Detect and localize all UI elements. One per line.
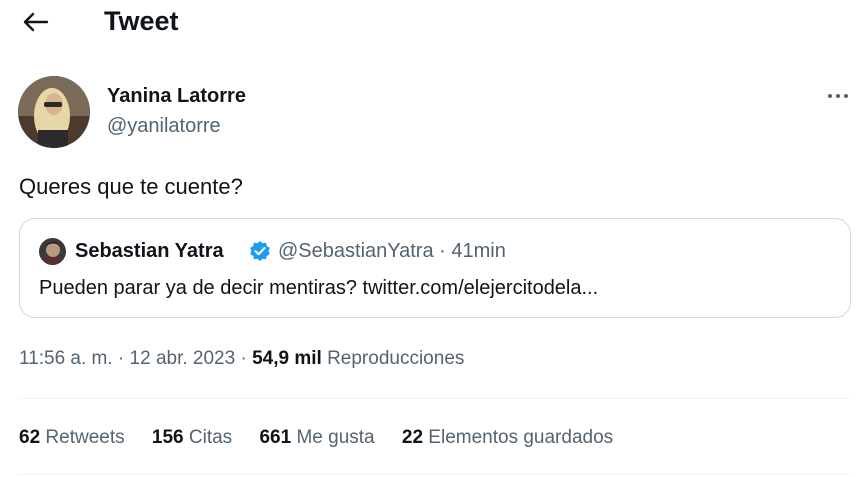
- verified-badge-icon: [249, 240, 271, 262]
- views-count: 54,9 mil: [252, 348, 322, 369]
- author-name[interactable]: Yanina Latorre: [107, 83, 246, 109]
- arrow-left-icon: [23, 12, 49, 32]
- quotes-count: 156: [151, 427, 184, 448]
- retweets-stat[interactable]: 62 Retweets: [19, 425, 125, 451]
- likes-stat[interactable]: 661 Me gusta: [259, 425, 374, 451]
- tweet-datetime[interactable]: 11:56 a. m. · 12 abr. 2023 ·: [19, 348, 252, 369]
- tweet-meta: 11:56 a. m. · 12 abr. 2023 · 54,9 mil Re…: [19, 346, 464, 372]
- quotes-stat[interactable]: 156 Citas: [152, 425, 232, 451]
- likes-label: Me gusta: [291, 427, 375, 448]
- author-handle[interactable]: @yanilatorre: [107, 113, 221, 139]
- bookmarks-stat[interactable]: 22 Elementos guardados: [402, 425, 613, 451]
- divider: [19, 398, 851, 399]
- quoted-tweet[interactable]: Sebastian Yatra @SebastianYatra · 41min …: [19, 218, 851, 318]
- bookmarks-label: Elementos guardados: [423, 427, 614, 448]
- retweets-count: 62: [19, 427, 41, 448]
- likes-count: 661: [259, 427, 292, 448]
- quoted-author-name: Sebastian Yatra: [75, 240, 224, 262]
- engagement-stats: 62 Retweets 156 Citas 661 Me gusta 22 El…: [19, 425, 635, 451]
- tweet-text: Queres que te cuente?: [19, 174, 243, 199]
- back-button[interactable]: [20, 8, 50, 36]
- views-label: Reproducciones: [321, 348, 465, 369]
- page-title: Tweet: [104, 6, 179, 36]
- more-icon: [828, 94, 848, 98]
- avatar[interactable]: [18, 76, 90, 148]
- quotes-label: Citas: [183, 427, 233, 448]
- quoted-text: Pueden parar ya de decir mentiras? twitt…: [39, 277, 599, 299]
- header: Tweet: [0, 0, 862, 44]
- bookmarks-count: 22: [401, 427, 424, 448]
- quoted-handle-time: @SebastianYatra · 41min: [278, 240, 506, 262]
- retweets-label: Retweets: [40, 427, 125, 448]
- divider: [19, 474, 851, 475]
- quoted-avatar[interactable]: [39, 238, 66, 265]
- more-options-button[interactable]: [822, 86, 854, 106]
